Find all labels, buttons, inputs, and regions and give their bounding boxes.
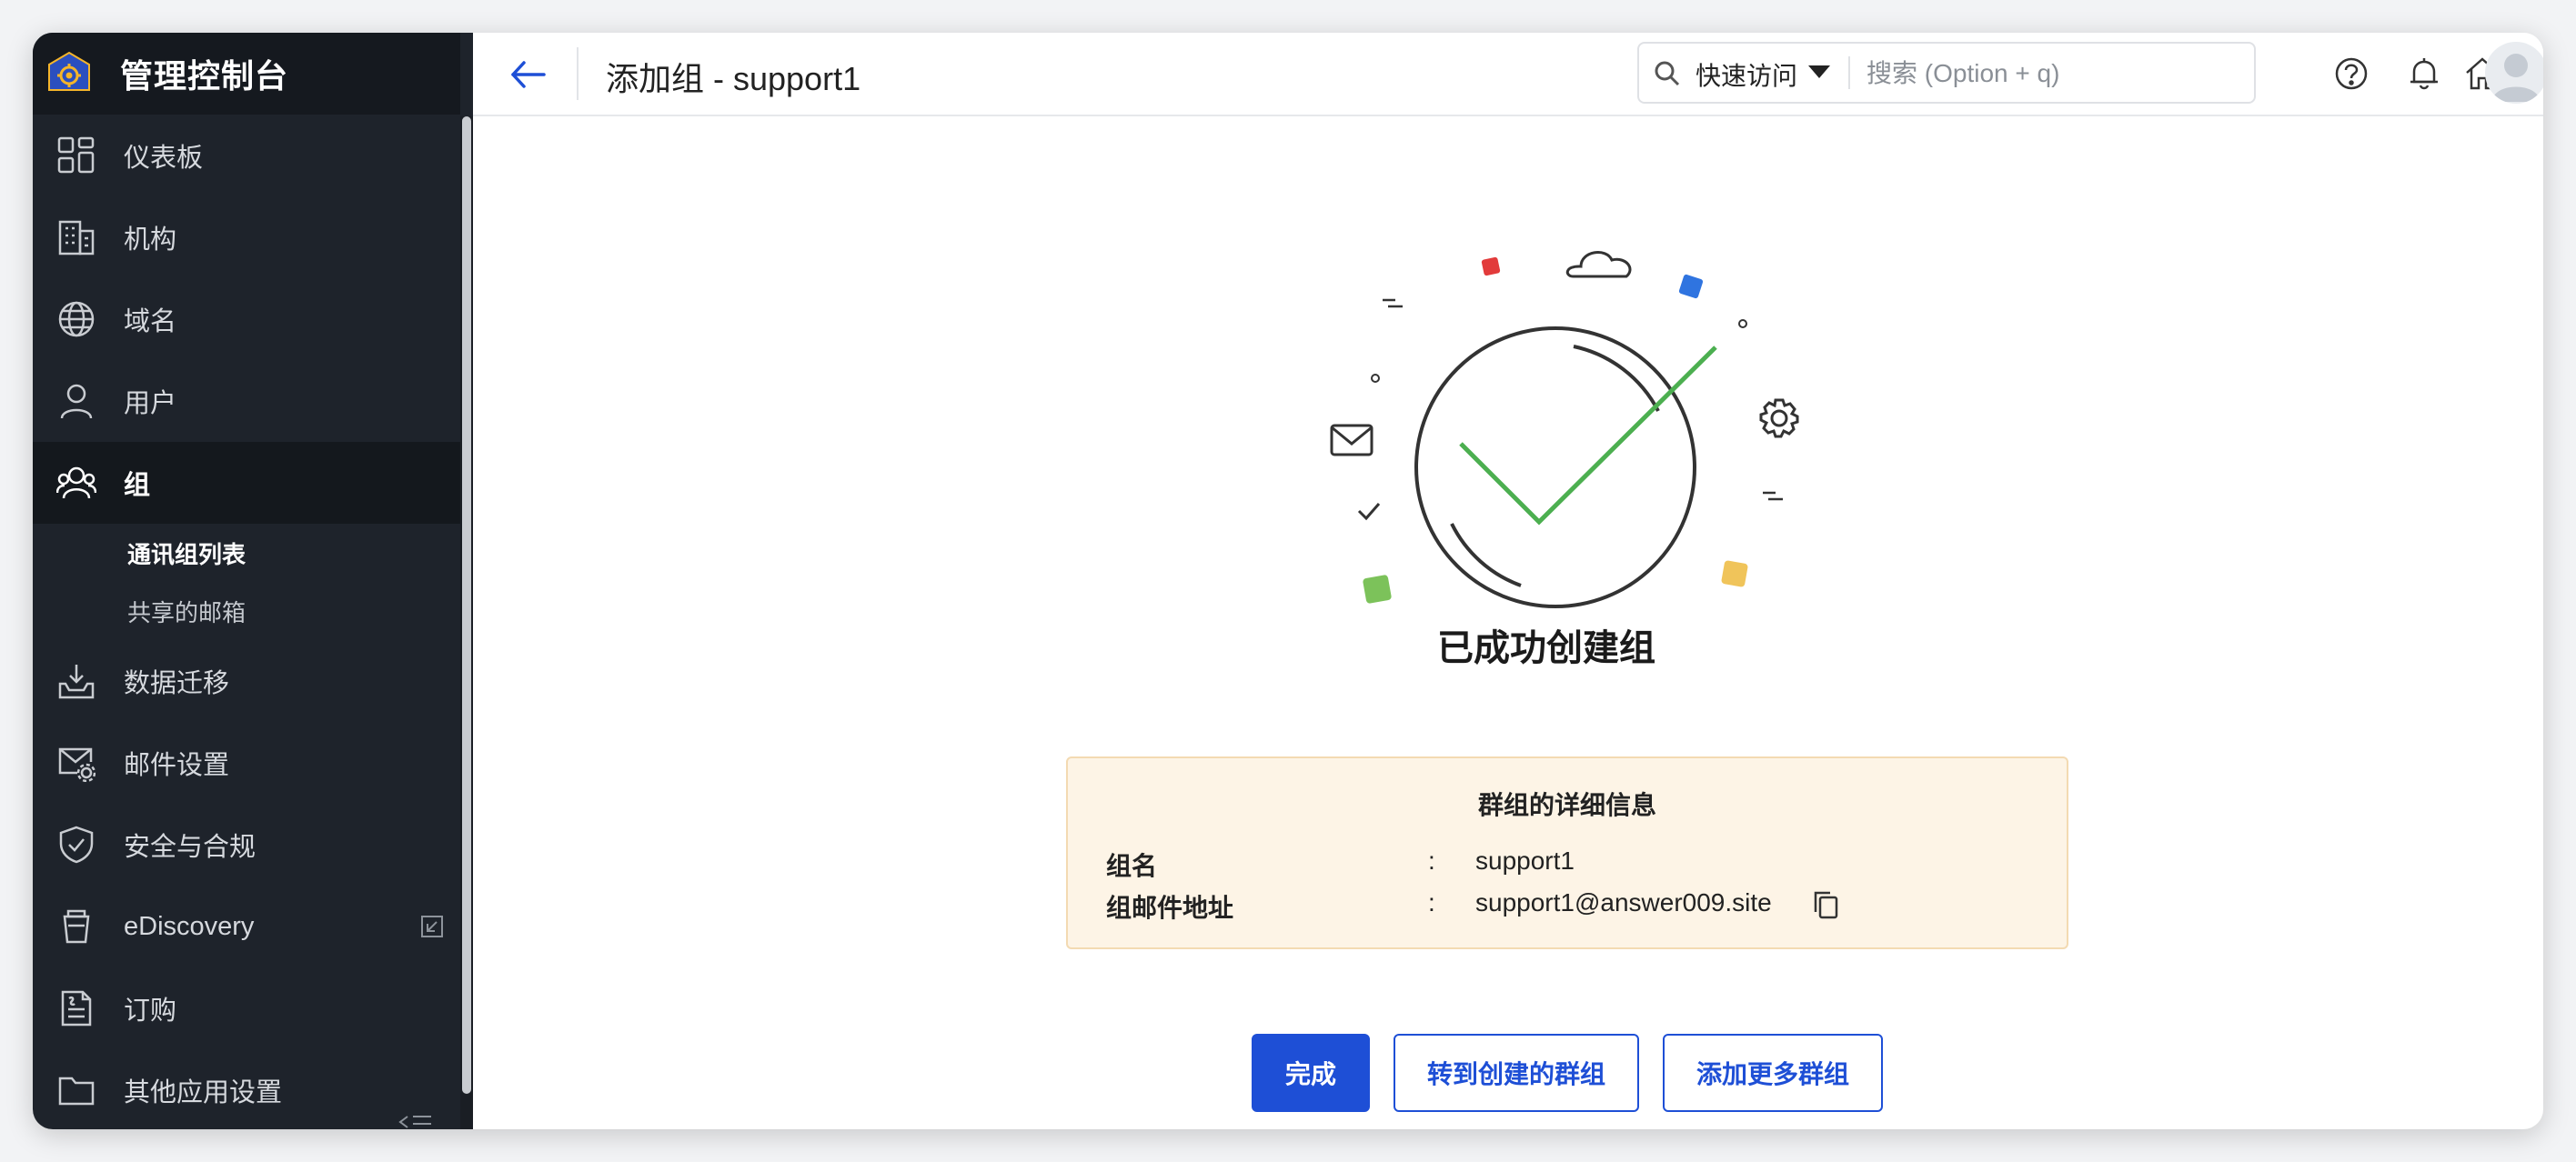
copy-icon[interactable] xyxy=(1812,890,1839,919)
goto-created-group-button[interactable]: 转到创建的群组 xyxy=(1394,1034,1639,1112)
sidebar-item-label: 用户 xyxy=(124,389,177,418)
yellow-confetti xyxy=(1721,560,1748,587)
sidebar-item-label: 邮件设置 xyxy=(124,751,230,780)
sidebar-item-label: 订购 xyxy=(124,997,177,1026)
card-title: 群组的详细信息 xyxy=(1477,791,1656,819)
sidebar-item-label: 组 xyxy=(124,471,151,500)
sidebar-item-groups[interactable]: 组 xyxy=(33,442,460,524)
sidebar-item-label: eDiscovery xyxy=(124,911,255,941)
avatar[interactable] xyxy=(2485,42,2543,104)
collapse-sidebar-icon[interactable] xyxy=(397,1111,433,1129)
building-icon xyxy=(56,217,96,257)
user-avatar-icon xyxy=(2492,54,2540,102)
sidebar-item-domains[interactable]: 域名 xyxy=(33,278,460,360)
group-icon xyxy=(56,463,96,503)
help-icon[interactable] xyxy=(2332,55,2370,93)
sidebar-item-label: 仪表板 xyxy=(124,144,204,173)
success-illustration xyxy=(1330,251,1799,608)
cloud-icon xyxy=(1565,251,1632,278)
sidebar-item-security-compliance[interactable]: 安全与合规 xyxy=(33,804,460,886)
dashboard-icon xyxy=(56,135,96,175)
sidebar-item-label: 安全与合规 xyxy=(124,833,257,862)
add-more-groups-button[interactable]: 添加更多群组 xyxy=(1663,1034,1883,1112)
sidebar-subitem-distribution-lists[interactable]: 通讯组列表 xyxy=(33,524,460,582)
sidebar-item-label: 其他应用设置 xyxy=(124,1078,283,1107)
envelope-icon xyxy=(1330,424,1374,456)
bell-icon[interactable] xyxy=(2405,55,2443,93)
illustration-inner-arc xyxy=(1573,345,1660,412)
search-box: 快速访问 xyxy=(1637,42,2256,104)
sidebar-item-label: 机构 xyxy=(124,225,177,255)
search-icon xyxy=(1655,61,1680,86)
checkmark-icon xyxy=(1459,346,1717,526)
blue-confetti xyxy=(1678,274,1704,299)
group-details-card: 群组的详细信息 组名 : support1 组邮件地址 : support1@a… xyxy=(1066,756,2068,949)
page-title: 添加组 - support1 xyxy=(606,60,861,97)
detail-value: support1 xyxy=(1475,846,1575,875)
search-input[interactable] xyxy=(1865,53,2241,95)
sidebar-item-users[interactable]: 用户 xyxy=(33,360,460,442)
back-arrow-icon[interactable] xyxy=(506,53,549,96)
sidebar: 管理控制台 仪表板 机构 域名 用户 组 通讯组列表 共享的邮箱 数据迁移 邮件… xyxy=(33,33,473,1129)
external-link-icon[interactable] xyxy=(420,915,444,938)
green-confetti xyxy=(1363,575,1392,604)
success-title: 已成功创建组 xyxy=(1437,628,1655,668)
quick-access-dropdown[interactable]: 快速访问 xyxy=(1696,56,1797,93)
admin-console-logo-icon xyxy=(48,51,90,91)
app-title: 管理控制台 xyxy=(120,57,289,95)
red-confetti xyxy=(1481,256,1501,276)
sidebar-item-ediscovery[interactable]: eDiscovery xyxy=(33,886,460,967)
subscription-icon xyxy=(56,988,96,1028)
sidebar-item-subscription[interactable]: 订购 xyxy=(33,967,460,1049)
detail-separator: : xyxy=(1428,888,1435,917)
detail-key: 组邮件地址 xyxy=(1106,894,1234,922)
done-button[interactable]: 完成 xyxy=(1252,1034,1370,1112)
app-window: 管理控制台 仪表板 机构 域名 用户 组 通讯组列表 共享的邮箱 数据迁移 邮件… xyxy=(33,33,2543,1129)
sidebar-scrollbar-thumb[interactable] xyxy=(462,116,471,1094)
folder-icon xyxy=(56,1070,96,1110)
illustration-circle xyxy=(1414,326,1696,608)
divider xyxy=(577,47,579,100)
ediscovery-icon xyxy=(56,907,96,947)
small-check-icon xyxy=(1357,503,1381,521)
globe-icon xyxy=(56,299,96,339)
detail-separator: : xyxy=(1428,846,1435,875)
sidebar-item-label: 域名 xyxy=(124,307,177,336)
shield-check-icon xyxy=(56,825,96,865)
sidebar-item-organization[interactable]: 机构 xyxy=(33,196,460,278)
brand: 管理控制台 xyxy=(33,33,460,115)
divider xyxy=(1848,56,1850,89)
sidebar-item-mail-settings[interactable]: 邮件设置 xyxy=(33,722,460,804)
detail-value: support1@answer009.site xyxy=(1475,888,1772,917)
top-bar: 添加组 - support1 快速访问 xyxy=(473,33,2543,116)
gear-icon xyxy=(1759,398,1799,438)
chevron-down-icon[interactable] xyxy=(1808,65,1830,78)
mail-settings-icon xyxy=(56,743,96,783)
illustration-inner-arc xyxy=(1450,523,1522,587)
sidebar-item-dashboard[interactable]: 仪表板 xyxy=(33,115,460,196)
detail-key: 组名 xyxy=(1106,852,1158,880)
user-icon xyxy=(56,381,96,421)
